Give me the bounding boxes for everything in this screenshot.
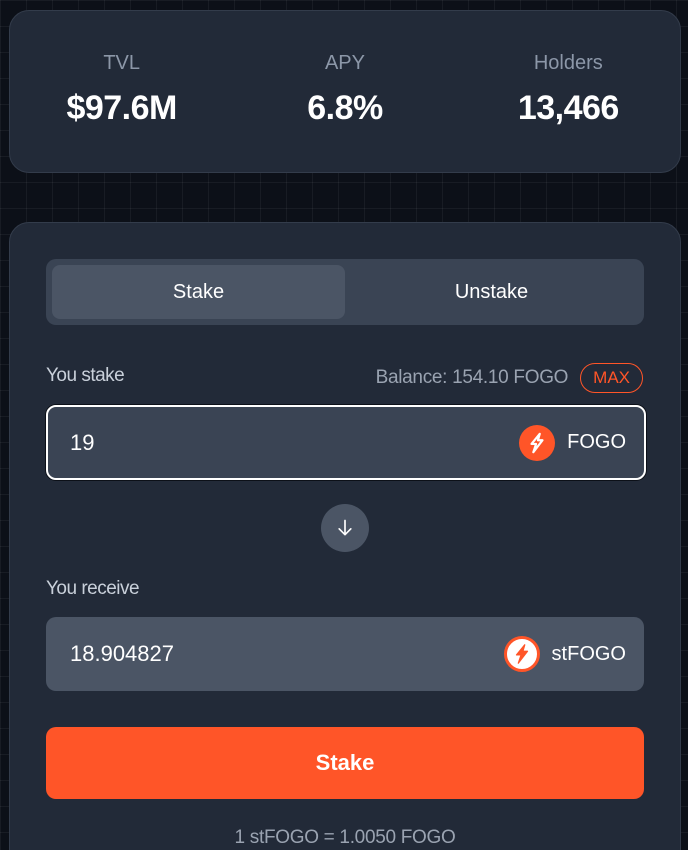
stat-tvl: TVL $97.6M [10, 11, 233, 172]
tab-stake[interactable]: Stake [52, 265, 345, 319]
stake-unstake-tabs: Stake Unstake [46, 259, 644, 325]
token-stfogo-label: stFOGO [551, 642, 626, 665]
balance-row: Balance: 154.10 FOGO MAX [376, 363, 643, 393]
stat-apy-value: 6.8% [307, 89, 383, 127]
stake-card: Stake Unstake You stake Balance: 154.10 … [9, 222, 681, 850]
exchange-rate: 1 stFOGO = 1.0050 FOGO [234, 827, 456, 848]
stat-holders-label: Holders [533, 52, 603, 74]
stake-amount-input[interactable] [70, 407, 470, 478]
receive-amount-field: 18.904827 stFOGO [46, 617, 644, 691]
stake-amount-field: FOGO [46, 405, 646, 480]
stat-tvl-label: TVL [103, 52, 140, 74]
you-receive-label: You receive [46, 578, 140, 599]
receive-amount-value: 18.904827 [70, 641, 174, 666]
tab-unstake[interactable]: Unstake [345, 265, 638, 319]
stfogo-bolt-icon [503, 636, 540, 672]
token-fogo: FOGO [519, 407, 626, 478]
arrow-down-icon [321, 504, 369, 552]
stat-apy-label: APY [324, 52, 365, 74]
balance-text: Balance: 154.10 FOGO [375, 367, 569, 388]
stake-button[interactable]: Stake [46, 727, 644, 799]
stats-card: TVL $97.6M APY 6.8% Holders 13,466 [9, 10, 681, 173]
max-button[interactable]: MAX [580, 363, 643, 393]
fogo-bolt-icon [519, 424, 556, 461]
stat-apy: APY 6.8% [233, 11, 456, 172]
token-stfogo: stFOGO [503, 617, 626, 691]
stat-holders: Holders 13,466 [457, 11, 680, 172]
token-fogo-label: FOGO [567, 431, 626, 453]
stat-holders-value: 13,466 [517, 89, 620, 127]
you-stake-label: You stake [46, 365, 125, 386]
stat-tvl-value: $97.6M [66, 89, 177, 127]
